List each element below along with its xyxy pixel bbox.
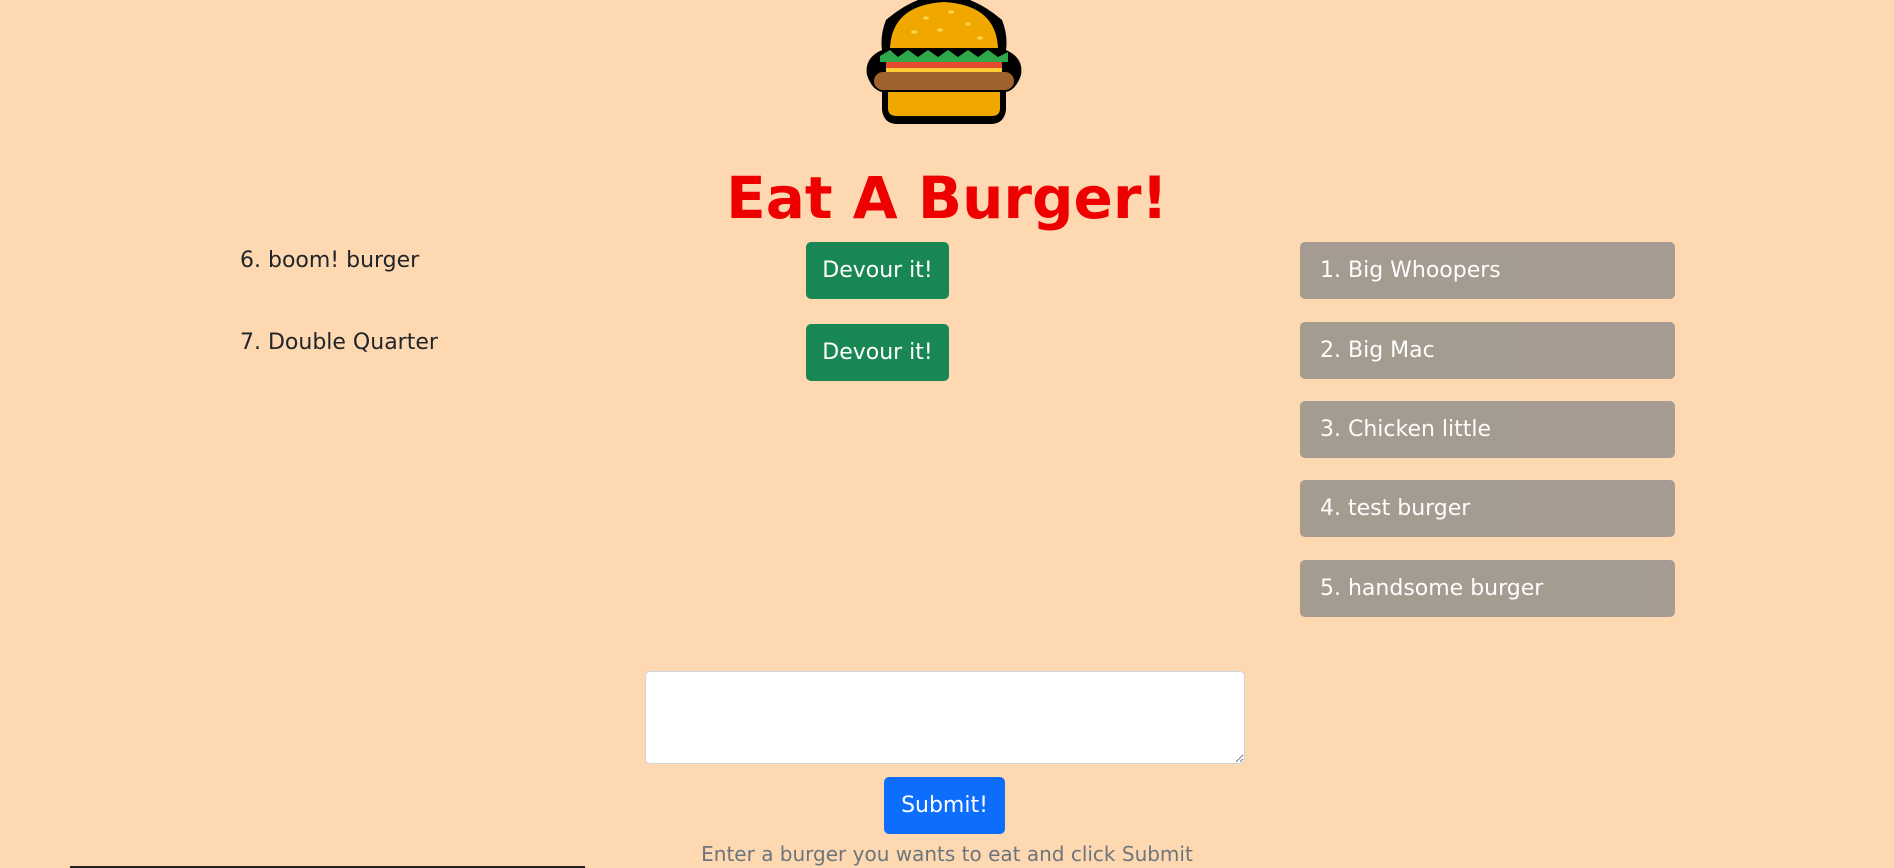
burger-icon (866, 0, 1022, 124)
eaten-burger-item: 4. test burger (1300, 480, 1675, 537)
submit-button[interactable]: Submit! (884, 777, 1005, 834)
burger-name: 7. Double Quarter (240, 330, 438, 355)
eaten-burger-item: 2. Big Mac (1300, 322, 1675, 379)
burger-name: 6. boom! burger (240, 248, 420, 273)
eaten-burger-item: 1. Big Whoopers (1300, 242, 1675, 299)
devour-button[interactable]: Devour it! (806, 242, 949, 299)
burger-input[interactable] (645, 671, 1245, 764)
helper-text: Enter a burger you wants to eat and clic… (701, 842, 1193, 866)
eaten-burger-item: 5. handsome burger (1300, 560, 1675, 617)
page-title: Eat A Burger! (726, 164, 1168, 232)
devour-button[interactable]: Devour it! (806, 324, 949, 381)
eaten-burger-item: 3. Chicken little (1300, 401, 1675, 458)
